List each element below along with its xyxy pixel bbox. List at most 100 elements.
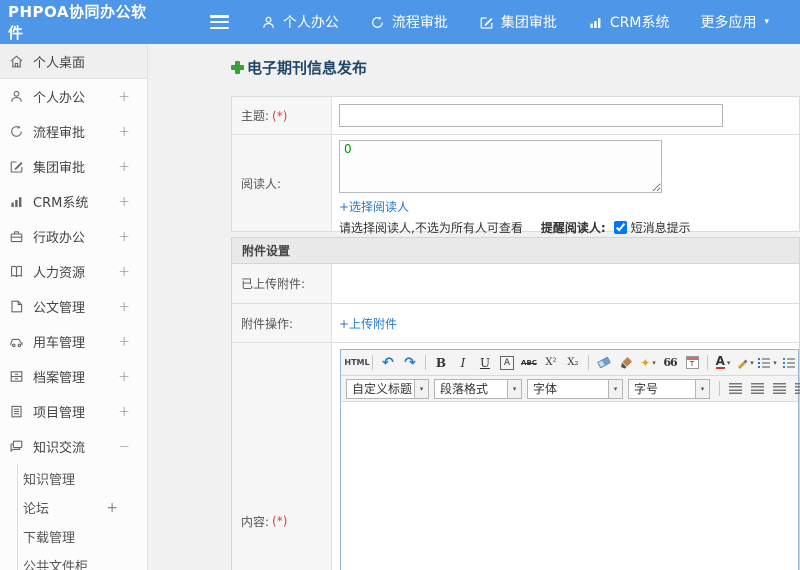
archive-icon xyxy=(10,371,23,382)
uploaded-attachments-label: 已上传附件: xyxy=(232,264,332,303)
chevron-down-icon: ▾ xyxy=(414,379,428,398)
chevron-down-icon: ▾ xyxy=(652,358,656,367)
expand-icon[interactable]: + xyxy=(106,500,118,516)
publish-form-top: 主题: (*) 阅读人: 0 +选择阅读人 请选择阅读人,不选为所有人可查看 提… xyxy=(231,96,800,235)
font-color-button[interactable]: A ▾ xyxy=(713,353,733,373)
sidebar-item-personal-desktop[interactable]: 个人桌面 xyxy=(0,44,147,79)
justify-icon xyxy=(794,383,800,394)
person-icon xyxy=(263,16,274,28)
readers-row: 阅读人: 0 +选择阅读人 请选择阅读人,不选为所有人可查看 提醒阅读人: 短消… xyxy=(232,135,799,235)
align-center-button[interactable] xyxy=(747,379,767,399)
format-painter-button[interactable] xyxy=(616,353,636,373)
redo-icon[interactable]: ↷ xyxy=(400,353,420,373)
sidebar-subitem-forum[interactable]: 论坛 + xyxy=(18,493,147,522)
sidebar-subitem-knowledge-management[interactable]: 知识管理 xyxy=(18,464,147,493)
sidebar-subitem-label: 论坛 xyxy=(23,502,50,517)
html-source-button[interactable]: HTML xyxy=(344,353,369,373)
sidebar-item-group-approval[interactable]: 集团审批 + xyxy=(0,149,147,184)
required-mark: (*) xyxy=(272,108,288,123)
briefcase-icon xyxy=(10,231,23,243)
subject-label: 主题: (*) xyxy=(232,97,332,134)
date-insert-button[interactable]: T xyxy=(682,353,702,373)
expand-icon[interactable]: + xyxy=(118,334,130,350)
readers-label: 阅读人: xyxy=(232,135,332,231)
sidebar-item-admin-office[interactable]: 行政办公 + xyxy=(0,219,147,254)
expand-icon[interactable]: + xyxy=(118,194,130,210)
align-right-button[interactable] xyxy=(769,379,789,399)
remind-readers-label: 提醒阅读人: xyxy=(540,221,606,235)
nav-more-apps[interactable]: 更多应用 ▾ xyxy=(700,12,769,32)
blockquote-button[interactable]: 66 xyxy=(660,353,680,373)
unordered-list-button[interactable] xyxy=(779,353,799,373)
chevron-down-icon: ▾ xyxy=(764,17,769,27)
nav-group-approval[interactable]: 集团审批 xyxy=(479,12,557,32)
eraser-button[interactable] xyxy=(594,353,614,373)
expand-icon[interactable]: + xyxy=(118,229,130,245)
sidebar-item-label: 项目管理 xyxy=(33,406,86,421)
font-style-button[interactable]: A xyxy=(500,355,514,370)
auto-typeset-button[interactable]: ✦ ▾ xyxy=(638,353,658,373)
sidebar-item-archive-management[interactable]: 档案管理 + xyxy=(0,359,147,394)
font-family-dropdown[interactable]: 字体 ▾ xyxy=(527,378,623,399)
sidebar-item-crm-system[interactable]: CRM系统 + xyxy=(0,184,147,219)
sidebar-item-knowledge-exchange[interactable]: 知识交流 − xyxy=(0,429,147,464)
justify-button[interactable] xyxy=(791,379,800,399)
sidebar-subitem-download-management[interactable]: 下载管理 xyxy=(18,522,147,551)
main-content: 电子期刊信息发布 主题: (*) 阅读人: 0 +选择阅读人 请选择阅读人,不选… xyxy=(148,44,800,570)
sms-remind-checkbox[interactable] xyxy=(613,221,627,234)
nav-crm-system[interactable]: CRM系统 xyxy=(588,12,669,32)
attachment-settings-header: 附件设置 xyxy=(232,238,799,264)
sidebar-item-label: CRM系统 xyxy=(33,196,89,211)
sidebar-item-human-resources[interactable]: 人力资源 + xyxy=(0,254,147,289)
expand-icon[interactable]: + xyxy=(118,404,130,420)
sidebar-item-workflow-approval[interactable]: 流程审批 + xyxy=(0,114,147,149)
car-icon xyxy=(10,338,23,348)
select-readers-link[interactable]: +选择阅读人 xyxy=(339,200,409,214)
undo-icon[interactable]: ↶ xyxy=(378,353,398,373)
subscript-button[interactable]: X₂ xyxy=(563,353,583,373)
sidebar-subitem-label: 公共文件柜 xyxy=(23,560,89,570)
expand-icon[interactable]: + xyxy=(118,124,130,140)
strikethrough-button[interactable]: ABC xyxy=(519,353,539,373)
subject-input[interactable] xyxy=(339,104,723,127)
bar-chart-icon xyxy=(590,17,601,28)
sidebar-subitem-public-file-cabinet[interactable]: 公共文件柜 xyxy=(18,551,147,570)
font-size-dropdown[interactable]: 字号 ▾ xyxy=(628,378,710,399)
ordered-list-button[interactable]: ▾ xyxy=(757,353,777,373)
paragraph-format-dropdown[interactable]: 段落格式 ▾ xyxy=(434,378,522,399)
sms-remind-label: 短消息提示 xyxy=(630,221,691,235)
menu-toggle-icon[interactable] xyxy=(209,15,229,29)
italic-button[interactable]: I xyxy=(453,353,473,373)
toolbar-separator xyxy=(588,355,589,370)
expand-icon[interactable]: + xyxy=(118,299,130,315)
sidebar-item-vehicle-management[interactable]: 用车管理 + xyxy=(0,324,147,359)
expand-icon[interactable]: + xyxy=(118,89,130,105)
readers-textarea[interactable]: 0 xyxy=(339,140,662,193)
align-right-icon xyxy=(772,383,786,394)
underline-button[interactable]: U xyxy=(475,353,495,373)
expand-icon[interactable]: + xyxy=(118,264,130,280)
sidebar-item-project-management[interactable]: 项目管理 + xyxy=(0,394,147,429)
add-icon xyxy=(231,60,244,74)
sidebar-item-personal-office[interactable]: 个人办公 + xyxy=(0,79,147,114)
custom-title-dropdown[interactable]: 自定义标题 ▾ xyxy=(346,378,429,399)
sidebar-item-label: 集团审批 xyxy=(33,161,86,176)
nav-label: 个人办公 xyxy=(282,15,339,31)
readers-field-cell: 0 +选择阅读人 请选择阅读人,不选为所有人可查看 提醒阅读人: 短消息提示 xyxy=(332,135,799,235)
expand-icon[interactable]: + xyxy=(118,159,130,175)
nav-workflow-approval[interactable]: 流程审批 xyxy=(370,12,448,32)
highlight-color-button[interactable]: ▾ xyxy=(735,353,755,373)
upload-attachment-link[interactable]: +上传附件 xyxy=(339,315,397,332)
superscript-button[interactable]: X² xyxy=(541,353,561,373)
chevron-down-icon: ▾ xyxy=(773,358,777,367)
nav-personal-office[interactable]: 个人办公 xyxy=(261,12,339,32)
sidebar-item-document-management[interactable]: 公文管理 + xyxy=(0,289,147,324)
expand-icon[interactable]: + xyxy=(118,369,130,385)
align-left-button[interactable] xyxy=(725,379,745,399)
editor-toolbar-row-2: 自定义标题 ▾ 段落格式 ▾ 字体 ▾ 字号 ▾ xyxy=(341,376,800,402)
bold-button[interactable]: B xyxy=(431,353,451,373)
editor-content-area[interactable] xyxy=(341,402,798,570)
sidebar-item-label: 行政办公 xyxy=(33,231,86,246)
chat-icon xyxy=(10,440,23,453)
collapse-icon[interactable]: − xyxy=(118,439,130,455)
